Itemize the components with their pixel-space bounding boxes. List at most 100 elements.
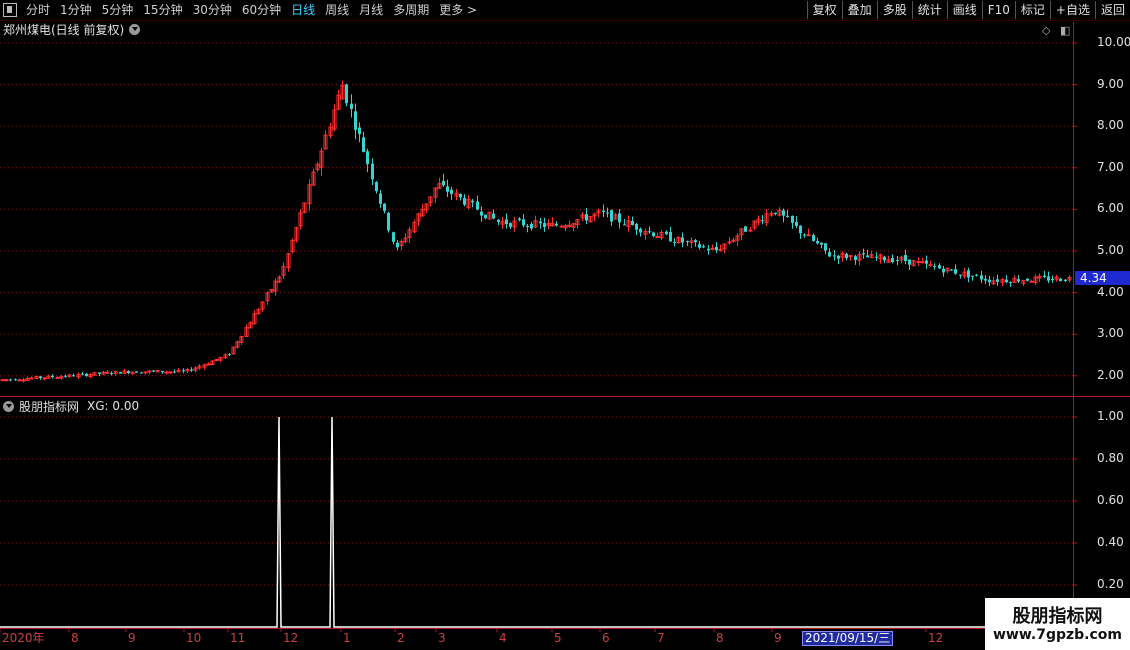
candle-body-up <box>550 223 555 227</box>
candle-body-down <box>1059 278 1062 282</box>
period-tab-1[interactable]: 1分钟 <box>55 0 97 20</box>
candle-body-up <box>643 231 648 235</box>
candle-body-up <box>21 379 26 382</box>
candle-body-up <box>916 261 921 264</box>
candle-body-up <box>122 370 127 375</box>
candle-body-down <box>686 241 689 243</box>
panel-toggle-icon[interactable] <box>3 3 17 17</box>
dropdown-icon[interactable] <box>129 23 141 35</box>
toolbar-button-6[interactable]: 标记 <box>1014 1 1050 19</box>
indicator-panel-title: 股朋指标网 XG: 0.00 <box>3 398 139 414</box>
candle-body-up <box>143 371 148 374</box>
watermark-title: 股朋指标网 <box>1012 606 1103 627</box>
candle-body-down <box>669 231 672 242</box>
candle-body-down <box>925 260 928 264</box>
indicator-tick-label: 0.60 <box>1097 493 1124 507</box>
period-tab-5[interactable]: 60分钟 <box>237 0 286 20</box>
candle-body-up <box>911 260 916 267</box>
period-tab-7[interactable]: 周线 <box>320 0 354 20</box>
candle-body-up <box>857 254 862 261</box>
candle-body-up <box>412 221 417 233</box>
toolbar-button-7[interactable]: +自选 <box>1049 1 1095 19</box>
period-tab-10[interactable]: 更多 > <box>434 0 482 20</box>
candle-body-down <box>14 379 17 381</box>
indicator-name: 股朋指标网 <box>19 399 80 414</box>
period-tab-0[interactable]: 分时 <box>21 0 55 20</box>
candle-body-down <box>471 200 474 203</box>
candle-body-up <box>130 371 135 375</box>
candle-body-down <box>135 371 138 373</box>
chart-frame <box>0 22 1130 632</box>
period-tab-4[interactable]: 30分钟 <box>188 0 237 20</box>
xg-signal-series <box>0 416 1073 628</box>
toolbar-button-4[interactable]: 画线 <box>946 1 982 19</box>
candle-body-up <box>176 369 181 373</box>
candle-body-down <box>585 214 588 221</box>
candle-body-up <box>437 183 442 189</box>
candle-body-up <box>588 216 593 223</box>
panel-resize-icon[interactable]: ◧ <box>1060 24 1070 37</box>
period-tab-6[interactable]: 日线 <box>286 0 320 20</box>
candle-body-down <box>980 275 983 280</box>
candle-body-down <box>362 137 365 152</box>
candle-body-down <box>707 248 710 251</box>
candle-body-down <box>127 370 130 374</box>
kline-chart <box>0 22 1130 632</box>
candle-body-up <box>252 313 257 325</box>
candle-body-down <box>837 255 840 259</box>
candle-body-up <box>323 134 328 150</box>
candle-body-up <box>248 322 253 329</box>
candle-body-down <box>1047 276 1050 281</box>
candle-body-up <box>710 247 715 250</box>
candle-body-down <box>782 210 785 216</box>
candle-body-down <box>652 232 655 237</box>
price-tick-label: 8.00 <box>1097 118 1124 133</box>
candle-body-down <box>228 354 231 356</box>
stock-title: 郑州煤电(日线 前复权) <box>3 22 125 37</box>
last-price-badge: 4.34 <box>1075 271 1130 286</box>
grid-lines <box>0 42 1073 586</box>
candle-body-up <box>764 213 769 223</box>
candlestick-series <box>0 80 1072 383</box>
candle-body-down <box>602 210 605 213</box>
candle-body-up <box>55 376 60 379</box>
candle-body-down <box>450 189 453 195</box>
candle-body-down <box>648 231 651 233</box>
candle-body-down <box>786 215 789 217</box>
candle-body-down <box>631 220 634 225</box>
candle-body-up <box>420 208 425 217</box>
toolbar-button-3[interactable]: 统计 <box>911 1 947 19</box>
indicator-tick-label: 1.00 <box>1097 409 1124 423</box>
period-tab-9[interactable]: 多周期 <box>388 0 434 20</box>
dropdown-icon[interactable] <box>3 400 14 412</box>
price-tick-label: 5.00 <box>1097 243 1124 257</box>
candle-body-up <box>147 370 152 373</box>
diamond-icon[interactable]: ◇ <box>1042 24 1050 37</box>
candle-body-up <box>59 376 64 379</box>
toolbar: 分时 1分钟 5分钟 15分钟 30分钟 60分钟 日线 周线 月线 多周期 更多 > 复权 叠加 多股… <box>0 0 1130 21</box>
time-axis-label: 8 <box>716 631 724 645</box>
candle-body-up <box>727 241 732 244</box>
candle-body-up <box>899 256 904 261</box>
candle-body-up <box>223 354 228 359</box>
candle-body-down <box>9 379 12 381</box>
toolbar-button-8[interactable]: 返回 <box>1094 1 1130 19</box>
candle-body-down <box>816 240 819 244</box>
toolbar-button-0[interactable]: 复权 <box>806 1 842 19</box>
price-tick-label: 9.00 <box>1097 76 1124 91</box>
time-axis-label: 2020年 <box>2 631 45 645</box>
period-tab-8[interactable]: 月线 <box>354 0 388 20</box>
candle-body-up <box>454 192 459 197</box>
period-tab-2[interactable]: 5分钟 <box>97 0 139 20</box>
toolbar-button-2[interactable]: 多股 <box>876 1 912 19</box>
candle-body-down <box>845 253 848 259</box>
candle-body-down <box>896 260 899 262</box>
candle-body-up <box>962 271 967 277</box>
candle-body-up <box>197 365 202 369</box>
toolbar-button-5[interactable]: F10 <box>981 1 1015 19</box>
toolbar-button-1[interactable]: 叠加 <box>841 1 877 19</box>
period-tab-3[interactable]: 15分钟 <box>138 0 187 20</box>
candle-body-down <box>938 265 941 269</box>
candle-body-down <box>476 201 479 210</box>
candle-body-down <box>803 234 806 236</box>
